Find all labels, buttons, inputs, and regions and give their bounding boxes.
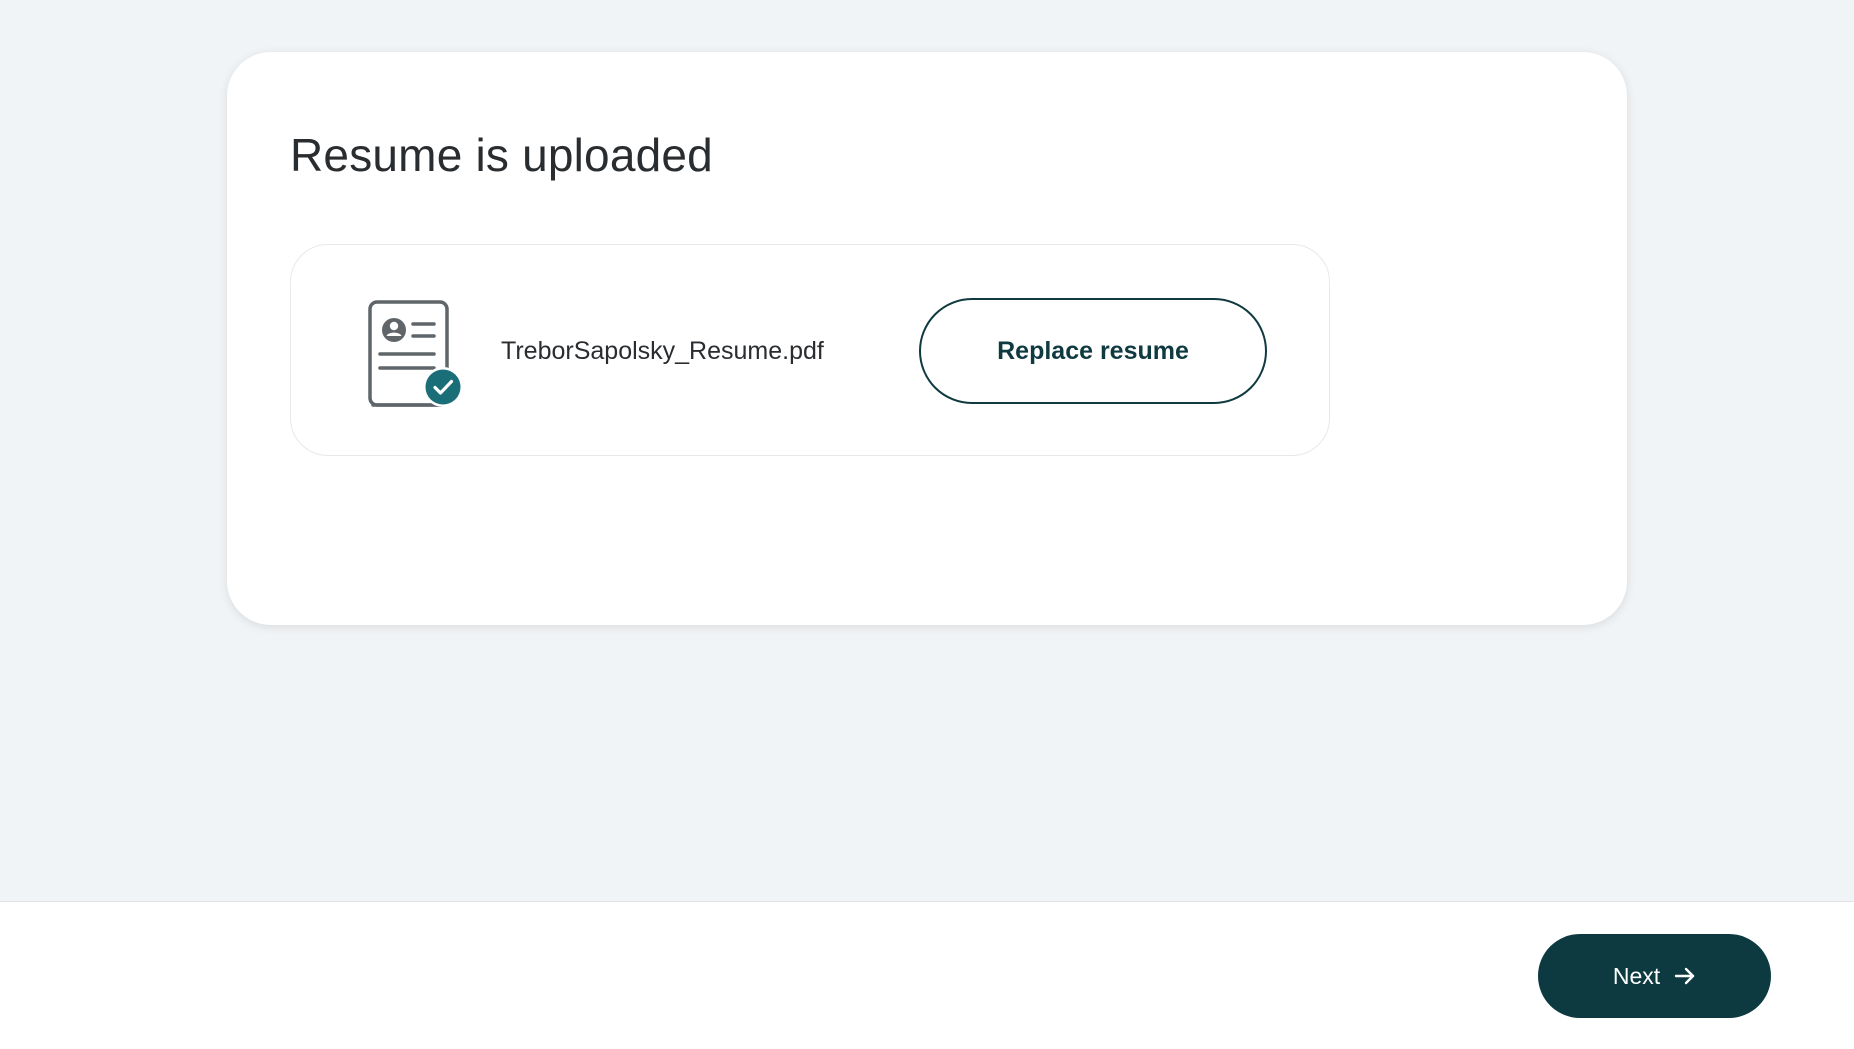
resume-document-check-icon: [368, 300, 463, 407]
upload-card: Resume is uploaded TreborSapolsky_Resume…: [227, 52, 1627, 625]
page-title: Resume is uploaded: [290, 129, 713, 181]
next-button-label: Next: [1612, 962, 1661, 989]
main-area: Resume is uploaded TreborSapolsky_Resume…: [0, 0, 1854, 901]
uploaded-file-name: TreborSapolsky_Resume.pdf: [501, 337, 824, 365]
footer-bar: Next: [0, 901, 1854, 1049]
uploaded-file-panel: TreborSapolsky_Resume.pdf Replace resume: [290, 244, 1330, 456]
arrow-right-icon: [1674, 967, 1695, 985]
next-button[interactable]: Next: [1538, 934, 1771, 1018]
replace-resume-button[interactable]: Replace resume: [919, 298, 1267, 404]
